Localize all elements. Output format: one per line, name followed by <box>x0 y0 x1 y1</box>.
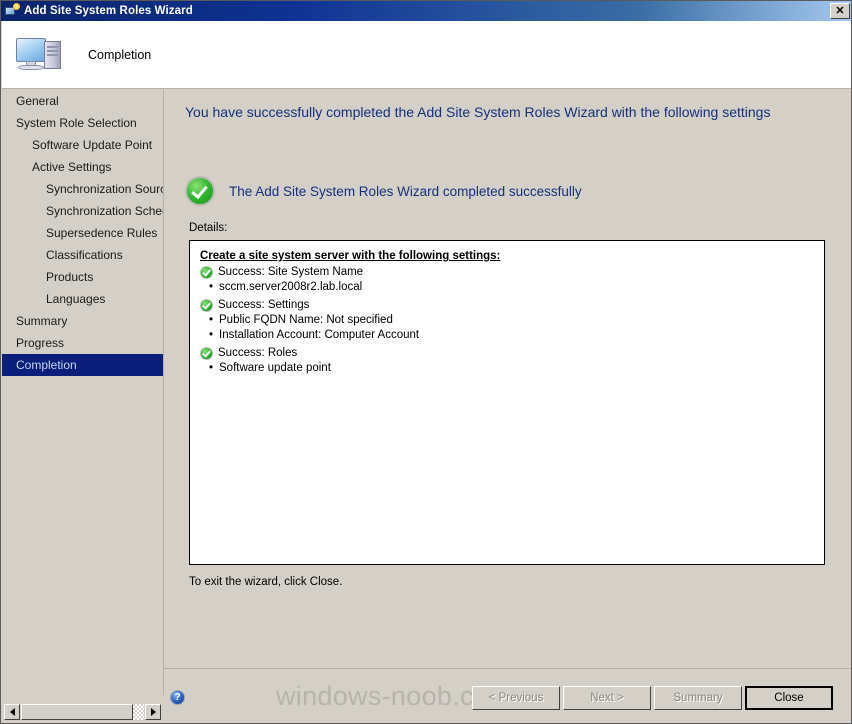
sidebar-item-classifications[interactable]: Classifications <box>2 244 163 266</box>
success-check-icon <box>200 346 213 360</box>
sidebar-item-software-update-point[interactable]: Software Update Point <box>2 134 163 156</box>
sidebar-item-summary[interactable]: Summary <box>2 310 163 332</box>
completion-heading: You have successfully completed the Add … <box>185 104 771 120</box>
details-group-label: Success: Roles <box>218 347 298 359</box>
details-bullet: Software update point <box>200 361 814 376</box>
details-label: Details: <box>189 222 228 234</box>
help-icon[interactable]: ? <box>170 690 185 705</box>
details-group: Success: Site System Name sccm.server2008… <box>200 264 814 295</box>
details-bullet: Public FQDN Name: Not specified <box>200 313 814 328</box>
sidebar-item-synchronization-source[interactable]: Synchronization Source <box>2 178 163 200</box>
exit-note: To exit the wizard, click Close. <box>189 576 343 588</box>
scrollbar-track[interactable] <box>21 704 144 720</box>
success-check-icon <box>185 176 215 206</box>
scroll-right-icon[interactable] <box>145 704 161 720</box>
details-group-heading: Success: Settings <box>200 297 814 313</box>
sidebar-item-languages[interactable]: Languages <box>2 288 163 310</box>
details-title: Create a site system server with the fol… <box>200 250 501 262</box>
previous-button[interactable]: < Previous <box>472 686 560 710</box>
sidebar-item-supersedence-rules[interactable]: Supersedence Rules <box>2 222 163 244</box>
sidebar-item-progress[interactable]: Progress <box>2 332 163 354</box>
sidebar-item-synchronization-schedule[interactable]: Synchronization Schedule <box>2 200 163 222</box>
completion-result: The Add Site System Roles Wizard complet… <box>185 176 582 206</box>
wizard-icon <box>4 3 20 19</box>
details-bullet: Installation Account: Computer Account <box>200 328 814 343</box>
sidebar-item-system-role-selection[interactable]: System Role Selection <box>2 112 163 134</box>
scroll-left-icon[interactable] <box>4 704 20 720</box>
sidebar-item-active-settings[interactable]: Active Settings <box>2 156 163 178</box>
wizard-window: Add Site System Roles Wizard ✕ Completio… <box>0 0 852 724</box>
computer-icon <box>14 32 70 78</box>
completion-result-text: The Add Site System Roles Wizard complet… <box>229 183 582 199</box>
details-bullet: sccm.server2008r2.lab.local <box>200 280 814 295</box>
success-check-icon <box>200 298 213 312</box>
wizard-step-nav: General System Role Selection Software Upd… <box>2 90 163 695</box>
window-title: Add Site System Roles Wizard <box>24 5 193 17</box>
details-box[interactable]: Create a site system server with the fol… <box>189 240 825 565</box>
wizard-footer: ? windows-noob.com < Previous Next > Sum… <box>164 668 851 723</box>
close-button[interactable]: Close <box>745 686 833 710</box>
details-group: Success: Settings Public FQDN Name: Not s… <box>200 297 814 343</box>
title-bar: Add Site System Roles Wizard ✕ <box>1 1 851 21</box>
page-title: Completion <box>88 47 152 62</box>
sidebar-item-general[interactable]: General <box>2 90 163 112</box>
sidebar-horizontal-scrollbar[interactable] <box>2 701 163 723</box>
next-button[interactable]: Next > <box>563 686 651 710</box>
details-group-label: Success: Settings <box>218 299 310 311</box>
details-group-label: Success: Site System Name <box>218 266 364 278</box>
details-group: Success: Roles Software update point <box>200 345 814 376</box>
details-group-heading: Success: Site System Name <box>200 264 814 280</box>
close-window-button[interactable]: ✕ <box>830 3 850 19</box>
wizard-header: Completion <box>2 21 851 89</box>
summary-button[interactable]: Summary <box>654 686 742 710</box>
success-check-icon <box>200 265 213 279</box>
details-group-heading: Success: Roles <box>200 345 814 361</box>
scrollbar-thumb[interactable] <box>21 704 133 720</box>
main-content: You have successfully completed the Add … <box>164 90 851 668</box>
details-group-list: Success: Site System Name sccm.server2008… <box>200 264 814 376</box>
sidebar-item-products[interactable]: Products <box>2 266 163 288</box>
sidebar-item-completion[interactable]: Completion <box>2 354 163 376</box>
